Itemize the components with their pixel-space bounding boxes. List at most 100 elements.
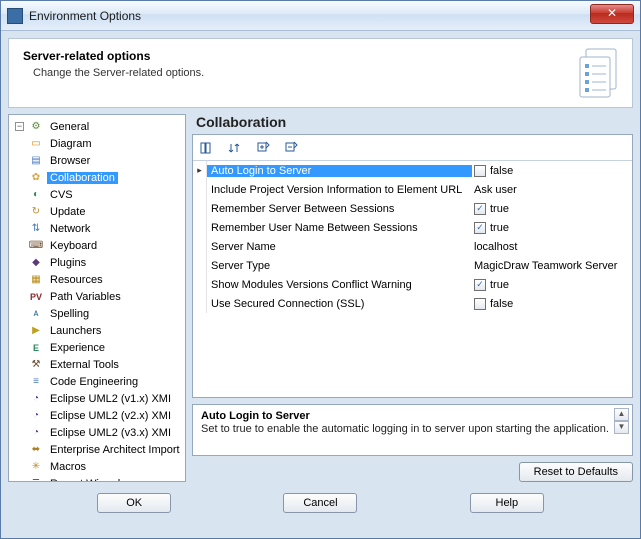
tree-item-label: Enterprise Architect Import — [47, 444, 183, 456]
tree-item-launchers[interactable]: ▶Launchers — [9, 322, 185, 339]
tree-item-plugins[interactable]: ◆Plugins — [9, 254, 185, 271]
tree-item-report-wizard[interactable]: ≣Report Wizard — [9, 475, 185, 482]
property-row[interactable]: Remember User Name Between Sessions✓true — [193, 218, 632, 237]
tree-item-icon: ≣ — [28, 477, 44, 483]
section-title: Collaboration — [196, 114, 633, 130]
description-text: Set to true to enable the automatic logg… — [201, 423, 624, 435]
grid-columns-icon[interactable] — [197, 138, 217, 158]
checkbox-icon[interactable] — [474, 298, 486, 310]
property-row[interactable]: Server TypeMagicDraw Teamwork Server — [193, 256, 632, 275]
description-scroll[interactable]: ▲▼ — [614, 408, 629, 434]
tree-item-icon: ◆ — [28, 256, 44, 270]
tree-item-icon: ◐ — [28, 188, 44, 202]
property-value[interactable]: Ask user — [472, 184, 632, 196]
property-row[interactable]: Show Modules Versions Conflict Warning✓t… — [193, 275, 632, 294]
property-row[interactable]: Use Secured Connection (SSL)false — [193, 294, 632, 313]
tree-item-icon: ◔ — [28, 426, 44, 440]
tree-item-experience[interactable]: EExperience — [9, 339, 185, 356]
tree-item-external-tools[interactable]: ⚒External Tools — [9, 356, 185, 373]
checkbox-icon[interactable] — [474, 165, 486, 177]
tree-item-code-engineering[interactable]: ≡Code Engineering — [9, 373, 185, 390]
tree-item-label: External Tools — [47, 359, 122, 371]
tree-item-label: Macros — [47, 461, 89, 473]
tree-item-collaboration[interactable]: ✿Collaboration — [9, 169, 185, 186]
tree-item-spelling[interactable]: ᴀSpelling — [9, 305, 185, 322]
property-row[interactable]: Remember Server Between Sessions✓true — [193, 199, 632, 218]
tree-item-eclipse-uml2-v2-x-xmi[interactable]: ◔Eclipse UML2 (v2.x) XMI — [9, 407, 185, 424]
tree-item-diagram[interactable]: ▭Diagram — [9, 135, 185, 152]
property-value[interactable]: ✓ true — [472, 222, 632, 234]
property-value[interactable]: false — [472, 298, 632, 310]
property-value-text: false — [490, 298, 513, 310]
close-button[interactable]: ✕ — [590, 4, 634, 24]
tree-item-update[interactable]: ↻Update — [9, 203, 185, 220]
tree-item-icon: E — [28, 341, 44, 355]
row-marker-icon — [193, 199, 207, 218]
property-name: Show Modules Versions Conflict Warning — [207, 279, 472, 291]
header-panel: Server-related options Change the Server… — [8, 38, 633, 108]
row-marker-icon — [193, 294, 207, 313]
checkbox-icon[interactable]: ✓ — [474, 222, 486, 234]
tree-item-label: Network — [47, 223, 93, 235]
tree-item-label: General — [47, 121, 92, 133]
checkbox-icon[interactable]: ✓ — [474, 279, 486, 291]
title-bar: Environment Options ✕ — [1, 1, 640, 31]
property-value-text: true — [490, 222, 509, 234]
cancel-button[interactable]: Cancel — [283, 493, 357, 513]
tree-item-icon: ▤ — [28, 154, 44, 168]
tree-item-eclipse-uml2-v3-x-xmi[interactable]: ◔Eclipse UML2 (v3.x) XMI — [9, 424, 185, 441]
tree-item-label: Path Variables — [47, 291, 124, 303]
checkbox-icon[interactable]: ✓ — [474, 203, 486, 215]
tree-item-icon: ▭ — [28, 137, 44, 151]
tree-item-label: Eclipse UML2 (v3.x) XMI — [47, 427, 174, 439]
property-value-text: false — [490, 165, 513, 177]
property-value[interactable]: MagicDraw Teamwork Server — [472, 260, 632, 272]
tree-item-icon: ✿ — [28, 171, 44, 185]
grid-sort-icon[interactable] — [225, 138, 245, 158]
tree-item-browser[interactable]: ▤Browser — [9, 152, 185, 169]
help-button[interactable]: Help — [470, 493, 544, 513]
tree-item-cvs[interactable]: ◐CVS — [9, 186, 185, 203]
property-value[interactable]: ✓true — [472, 203, 632, 215]
ok-button[interactable]: OK — [97, 493, 171, 513]
tree-item-general[interactable]: −⚙General — [9, 118, 185, 135]
property-value[interactable]: ✓true — [472, 279, 632, 291]
property-row[interactable]: ▸Auto Login to Serverfalse — [193, 161, 632, 180]
window-title: Environment Options — [29, 9, 141, 23]
tree-item-macros[interactable]: ✳Macros — [9, 458, 185, 475]
tree-item-network[interactable]: ⇅Network — [9, 220, 185, 237]
tree-item-eclipse-uml2-v1-x-xmi[interactable]: ◔Eclipse UML2 (v1.x) XMI — [9, 390, 185, 407]
tree-item-icon: ↻ — [28, 205, 44, 219]
property-row[interactable]: Server Namelocalhost — [193, 237, 632, 256]
property-name: Server Type — [207, 260, 472, 272]
property-grid: ▸Auto Login to ServerfalseInclude Projec… — [192, 134, 633, 398]
property-name: Server Name — [207, 241, 472, 253]
tree-item-label: Update — [47, 206, 88, 218]
row-marker-icon — [193, 275, 207, 294]
tree-item-path-variables[interactable]: PVPath Variables — [9, 288, 185, 305]
category-tree[interactable]: −⚙General▭Diagram▤Browser✿Collaboration◐… — [8, 114, 186, 482]
tree-item-enterprise-architect-import[interactable]: ⬌Enterprise Architect Import — [9, 441, 185, 458]
grid-expand-icon[interactable] — [253, 138, 273, 158]
tree-item-resources[interactable]: ▦Resources — [9, 271, 185, 288]
row-marker-icon — [193, 256, 207, 275]
property-name: Auto Login to Server — [207, 165, 472, 177]
property-name: Include Project Version Information to E… — [207, 184, 472, 196]
property-row[interactable]: Include Project Version Information to E… — [193, 180, 632, 199]
tree-item-label: Eclipse UML2 (v1.x) XMI — [47, 393, 174, 405]
description-title: Auto Login to Server — [201, 410, 310, 422]
grid-toolbar — [193, 135, 632, 161]
row-marker-icon — [193, 218, 207, 237]
grid-collapse-icon[interactable] — [281, 138, 301, 158]
property-value[interactable]: localhost — [472, 241, 632, 253]
reset-button[interactable]: Reset to Defaults — [519, 462, 633, 482]
tree-item-label: Experience — [47, 342, 108, 354]
header-title: Server-related options — [23, 49, 618, 63]
tree-item-icon: ≡ — [28, 375, 44, 389]
tree-item-keyboard[interactable]: ⌨Keyboard — [9, 237, 185, 254]
tree-item-label: Browser — [47, 155, 93, 167]
tree-item-icon: ⚙ — [28, 120, 44, 134]
tree-item-label: Plugins — [47, 257, 89, 269]
property-value[interactable]: false — [472, 165, 632, 177]
tree-item-icon: ▶ — [28, 324, 44, 338]
